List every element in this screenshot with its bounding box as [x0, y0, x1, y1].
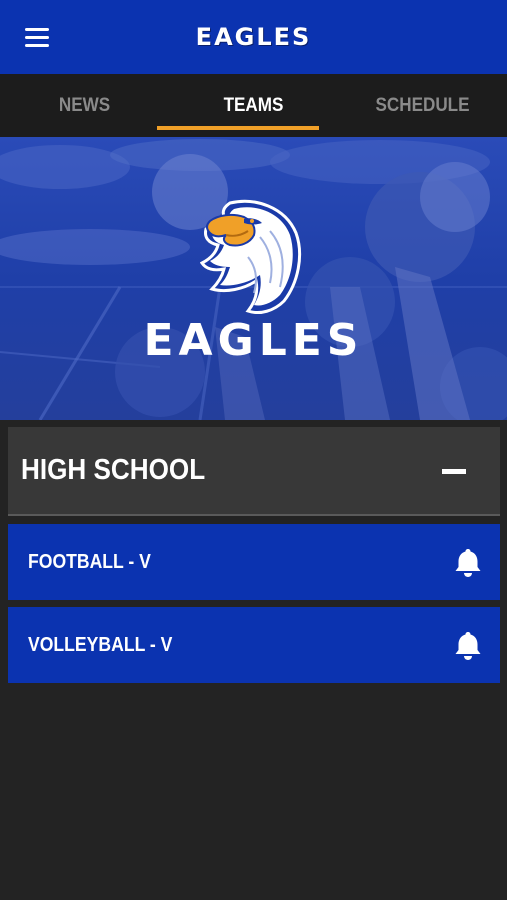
bell-icon[interactable]	[454, 630, 482, 660]
app-title: EAGLES	[195, 23, 312, 51]
team-row-volleyball[interactable]: VOLLEYBALL - V	[8, 607, 500, 683]
team-label: VOLLEYBALL - V	[28, 633, 173, 656]
tab-news[interactable]: NEWS	[8, 74, 160, 137]
bell-icon[interactable]	[454, 547, 482, 577]
top-app-bar: EAGLES	[0, 0, 507, 74]
tab-schedule[interactable]: SCHEDULE	[346, 74, 498, 137]
eagle-head-logo	[200, 199, 302, 315]
minus-icon[interactable]	[442, 469, 466, 474]
hero-wordmark: EAGLES	[143, 315, 364, 366]
section-title: HIGH SCHOOL	[21, 454, 206, 486]
section-header-high-school[interactable]: HIGH SCHOOL	[8, 427, 500, 516]
app-root: EAGLES NEWS TEAMS SCHEDULE EAGLES HIGH S…	[0, 0, 507, 900]
team-label: FOOTBALL - V	[28, 550, 151, 573]
team-row-football[interactable]: FOOTBALL - V	[8, 524, 500, 600]
active-tab-indicator	[157, 126, 319, 130]
hero-banner: EAGLES	[0, 137, 507, 420]
hamburger-menu-icon[interactable]	[20, 22, 54, 52]
